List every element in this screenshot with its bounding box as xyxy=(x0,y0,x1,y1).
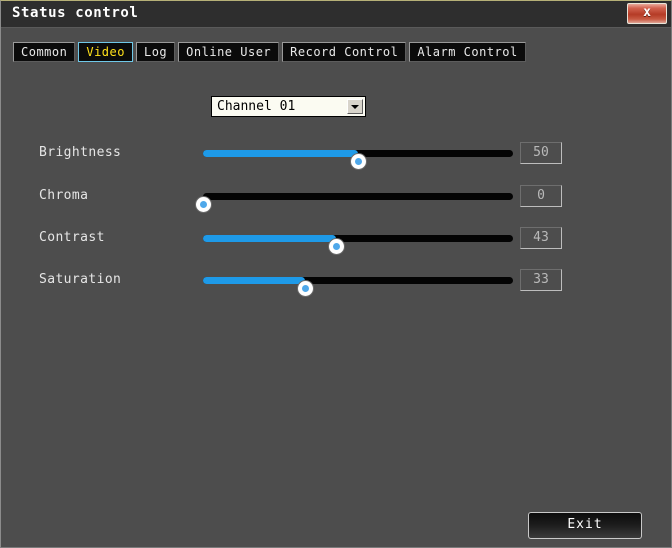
channel-select[interactable]: Channel 01 xyxy=(211,96,366,117)
tab-record-control[interactable]: Record Control xyxy=(282,42,407,62)
slider-track-chroma[interactable] xyxy=(196,193,513,212)
slider-row-brightness: Brightness 50 xyxy=(1,141,672,169)
tab-online-user[interactable]: Online User xyxy=(178,42,280,62)
slider-value-saturation-text: 33 xyxy=(533,272,549,287)
slider-track-contrast[interactable] xyxy=(203,235,513,254)
slider-handle-brightness[interactable] xyxy=(351,154,366,169)
slider-track-saturation[interactable] xyxy=(203,277,513,296)
slider-label-brightness: Brightness xyxy=(39,145,122,160)
chevron-down-icon[interactable] xyxy=(347,99,363,114)
window-titlebar: Status control x xyxy=(1,1,671,28)
window-title: Status control xyxy=(12,5,139,21)
exit-button-label: Exit xyxy=(567,517,603,532)
slider-handle-saturation[interactable] xyxy=(298,281,314,296)
slider-row-saturation: Saturation 33 xyxy=(1,268,672,296)
slider-handle-chroma[interactable] xyxy=(196,197,211,212)
status-control-window: Status control x Common Video Log Online… xyxy=(0,0,672,548)
tab-video[interactable]: Video xyxy=(78,42,133,62)
slider-handle-contrast[interactable] xyxy=(329,239,345,254)
slider-value-contrast-text: 43 xyxy=(533,230,549,245)
close-button[interactable]: x xyxy=(627,3,667,24)
slider-row-chroma: Chroma 0 xyxy=(1,184,672,212)
slider-fill-contrast xyxy=(203,235,337,242)
slider-value-chroma: 0 xyxy=(520,185,562,207)
tab-bar: Common Video Log Online User Record Cont… xyxy=(13,42,529,62)
slider-label-contrast: Contrast xyxy=(39,230,105,245)
tab-alarm-control[interactable]: Alarm Control xyxy=(409,42,526,62)
slider-track-brightness[interactable] xyxy=(203,150,513,169)
exit-button[interactable]: Exit xyxy=(528,512,642,539)
chevron-down-glyph xyxy=(351,105,359,109)
slider-row-contrast: Contrast 43 xyxy=(1,226,672,254)
slider-label-saturation: Saturation xyxy=(39,272,122,287)
slider-fill-saturation xyxy=(203,277,306,284)
slider-value-contrast: 43 xyxy=(520,227,562,249)
channel-select-value: Channel 01 xyxy=(217,99,296,114)
slider-value-brightness: 50 xyxy=(520,142,562,164)
tab-log[interactable]: Log xyxy=(135,42,176,62)
slider-label-chroma: Chroma xyxy=(39,188,89,203)
slider-value-brightness-text: 50 xyxy=(533,145,549,160)
slider-value-saturation: 33 xyxy=(520,269,562,291)
slider-fill-brightness xyxy=(203,150,358,157)
close-x-icon: x xyxy=(643,5,651,20)
tab-common[interactable]: Common xyxy=(13,42,76,62)
slider-value-chroma-text: 0 xyxy=(537,188,545,203)
